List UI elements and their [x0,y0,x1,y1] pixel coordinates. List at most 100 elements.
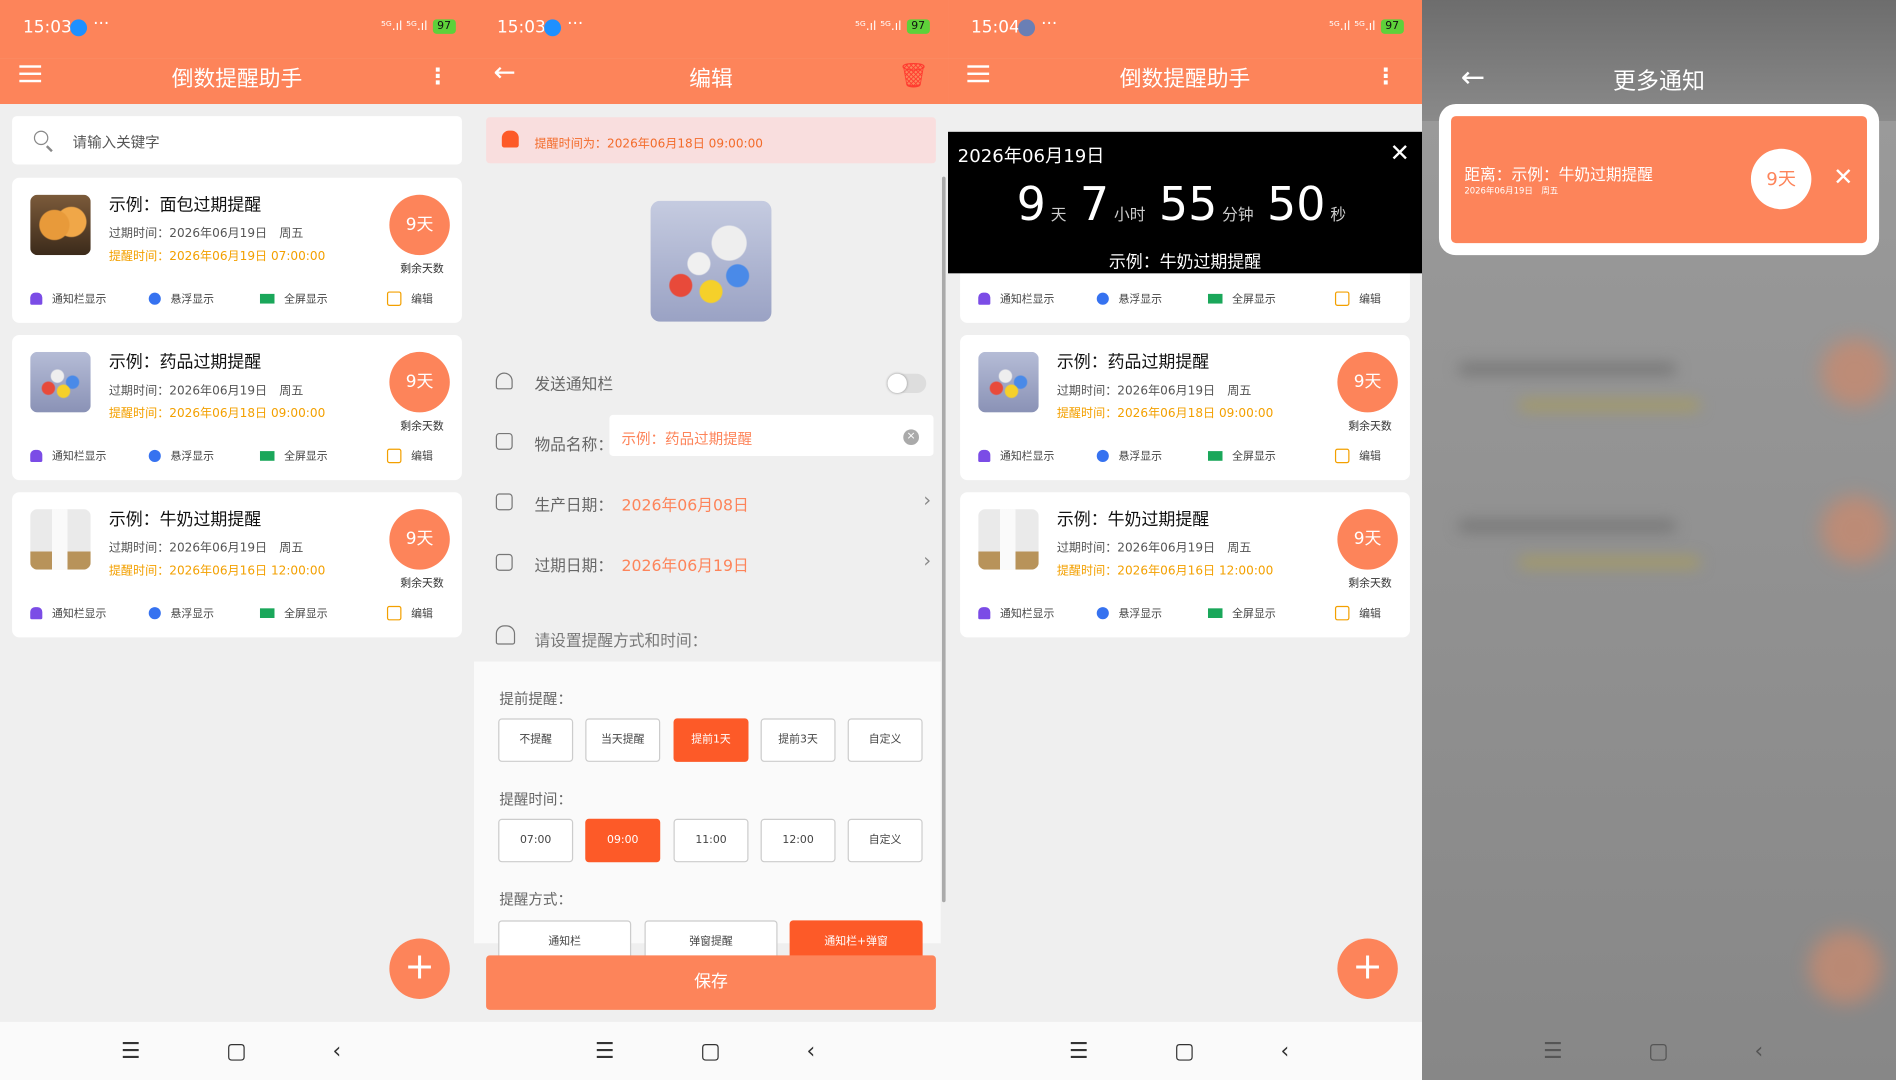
notify-label: 通知栏显示 [1000,608,1055,621]
bell-icon [30,449,43,462]
float-option[interactable]: 悬浮显示 [148,605,214,620]
close-icon[interactable]: ✕ [1390,138,1410,167]
screen-list: 15:03 ··· ⁵ᴳ.ıl ⁵ᴳ.ıl 97 倒数提醒助手 ⋮ 请输入关键字 … [0,0,475,1080]
delete-icon[interactable]: 🗑 [898,60,929,89]
alert-text: 提醒时间为：2026年06月18日 09:00:00 [534,137,764,152]
list-item[interactable]: 示例：牛奶过期提醒 过期时间：2026年06月19日 周五 提醒时间：2026年… [960,492,1410,638]
time-option[interactable]: 07:00 [498,818,574,863]
list-item[interactable]: 示例：牛奶过期提醒 过期时间：2026年06月19日 周五 提醒时间：2026年… [12,492,462,638]
edit-icon [1334,290,1350,306]
advance-option[interactable]: 当天提醒 [585,718,661,762]
item-name: 示例：牛奶过期提醒 [1056,510,1210,530]
list-item[interactable]: 示例：药品过期提醒 过期时间：2026年06月19日 周五 提醒时间：2026年… [960,335,1410,481]
time-option-selected[interactable]: 09:00 [585,818,661,863]
seconds-unit: 秒 [1330,206,1347,225]
item-options: 通知栏显示 悬浮显示 全屏显示 编辑 [30,447,444,464]
page-title: 倒数提醒助手 [171,66,303,92]
edit-option[interactable]: 编辑 [386,290,433,306]
add-button[interactable]: + [1337,938,1398,999]
float-option[interactable]: 悬浮显示 [148,290,214,306]
float-option[interactable]: 悬浮显示 [1096,290,1162,306]
notify-option[interactable]: 通知栏显示 [30,290,106,306]
clear-icon[interactable]: × [903,429,919,446]
item-thumbnail [30,509,91,570]
float-option[interactable]: 悬浮显示 [1096,447,1162,463]
back-nav-icon[interactable]: ‹ [1755,1039,1764,1064]
home-icon[interactable]: ▢ [226,1039,247,1064]
scrollbar[interactable] [941,176,946,903]
countdown-overlay[interactable]: 2026年06月19日 ✕ 9天 7 小时 55 分钟 50 秒 示例：牛奶过期提醒 [948,131,1423,274]
item-thumbnail [978,509,1039,570]
item-expire: 过期时间：2026年06月19日 周五 [1056,384,1252,398]
item-expire: 过期时间：2026年06月19日 周五 [108,384,304,398]
fullscreen-option[interactable]: 全屏显示 [1207,447,1276,463]
back-nav-icon[interactable]: ‹ [333,1039,342,1064]
time-option[interactable]: 自定义 [847,818,923,863]
app-bar: 倒数提醒助手 ⋮ [948,58,1423,105]
home-icon[interactable]: ▢ [1174,1039,1195,1064]
name-field[interactable]: 示例：药品过期提醒 × [609,414,934,456]
fullscreen-option[interactable]: 全屏显示 [259,447,328,463]
notify-option[interactable]: 通知栏显示 [978,447,1054,463]
item-remind: 提醒时间：2026年06月16日 12:00:00 [108,564,326,579]
days-badge: 9天 [389,509,450,570]
edit-option[interactable]: 编辑 [1334,447,1381,463]
more-options-icon[interactable]: ⋮ [1375,64,1397,89]
fullscreen-option[interactable]: 全屏显示 [259,605,328,620]
days-badge: 9天 [389,194,450,256]
save-button[interactable]: 保存 [486,955,936,1010]
list-item[interactable]: 示例：面包过期提醒 过期时间：2026年06月19日 周五 提醒时间：2026年… [12,177,462,323]
fullscreen-option[interactable]: 全屏显示 [1207,290,1276,306]
bell-icon [495,372,513,390]
advance-option-selected[interactable]: 提前1天 [673,718,749,762]
notify-toggle[interactable] [887,373,927,394]
float-icon [1096,606,1109,619]
notify-option[interactable]: 通知栏显示 [978,605,1055,621]
back-nav-icon[interactable]: ‹ [1281,1039,1290,1064]
search-icon [33,130,49,146]
item-image[interactable] [650,200,772,322]
recent-apps-icon[interactable]: ☰ [1543,1039,1563,1064]
float-option[interactable]: 悬浮显示 [148,447,214,463]
edit-option[interactable]: 编辑 [386,605,433,620]
list-item[interactable]: 示例：药品过期提醒 过期时间：2026年06月19日 周五 提醒时间：2026年… [12,335,462,481]
page-title: 倒数提醒助手 [1119,66,1251,92]
home-icon[interactable]: ▢ [700,1039,721,1064]
more-options-icon[interactable]: ⋮ [427,64,449,89]
fullscreen-option[interactable]: 全屏显示 [1207,605,1276,620]
expire-date-row[interactable]: 过期日期： 2026年06月19日 › [474,533,941,594]
bell-icon [30,606,43,619]
production-date-row[interactable]: 生产日期： 2026年06月08日 › [474,472,941,534]
advance-option[interactable]: 自定义 [847,718,923,762]
advance-option[interactable]: 提前3天 [760,718,836,762]
fullscreen-option[interactable]: 全屏显示 [259,290,328,306]
back-nav-icon[interactable]: ‹ [807,1039,816,1064]
edit-option[interactable]: 编辑 [1334,605,1381,620]
recent-apps-icon[interactable]: ☰ [121,1039,141,1064]
edit-option[interactable]: 编辑 [386,447,433,463]
remind-panel: 提前提醒： 不提醒 当天提醒 提前1天 提前3天 自定义 提醒时间： 07:00… [474,661,941,964]
notify-label: 通知栏显示 [1000,451,1055,464]
notify-option[interactable]: 通知栏显示 [978,290,1054,306]
recent-apps-icon[interactable]: ☰ [1069,1039,1089,1064]
close-icon[interactable]: ✕ [1833,162,1853,191]
notify-option[interactable]: 通知栏显示 [30,447,106,463]
advance-option[interactable]: 不提醒 [498,718,574,762]
float-option[interactable]: 悬浮显示 [1096,605,1162,620]
notification-card[interactable]: 距离：示例：牛奶过期提醒 2026年06月19日 周五 9天 ✕ [1438,104,1880,256]
notify-option[interactable]: 通知栏显示 [30,605,106,620]
edit-option[interactable]: 编辑 [1334,290,1381,306]
time-option[interactable]: 11:00 [673,818,749,863]
item-options: 通知栏显示 悬浮显示 全屏显示 编辑 [30,290,444,307]
add-button[interactable]: + [389,938,450,999]
notification-body: 距离：示例：牛奶过期提醒 2026年06月19日 周五 9天 ✕ [1451,116,1868,244]
screen-more-notifications: ← 更多通知 距离：示例：牛奶过期提醒 2026年06月19日 周五 9天 ✕ … [1422,0,1896,1080]
home-icon[interactable]: ▢ [1648,1039,1669,1064]
notification-date: 2026年06月19日 周五 [1464,186,1559,196]
days-badge: 9天 [389,351,450,413]
search-input[interactable]: 请输入关键字 [12,116,462,165]
recent-apps-icon[interactable]: ☰ [595,1039,615,1064]
time-option[interactable]: 12:00 [760,818,836,863]
blur-shape [1821,338,1889,407]
calendar-icon [495,493,513,511]
